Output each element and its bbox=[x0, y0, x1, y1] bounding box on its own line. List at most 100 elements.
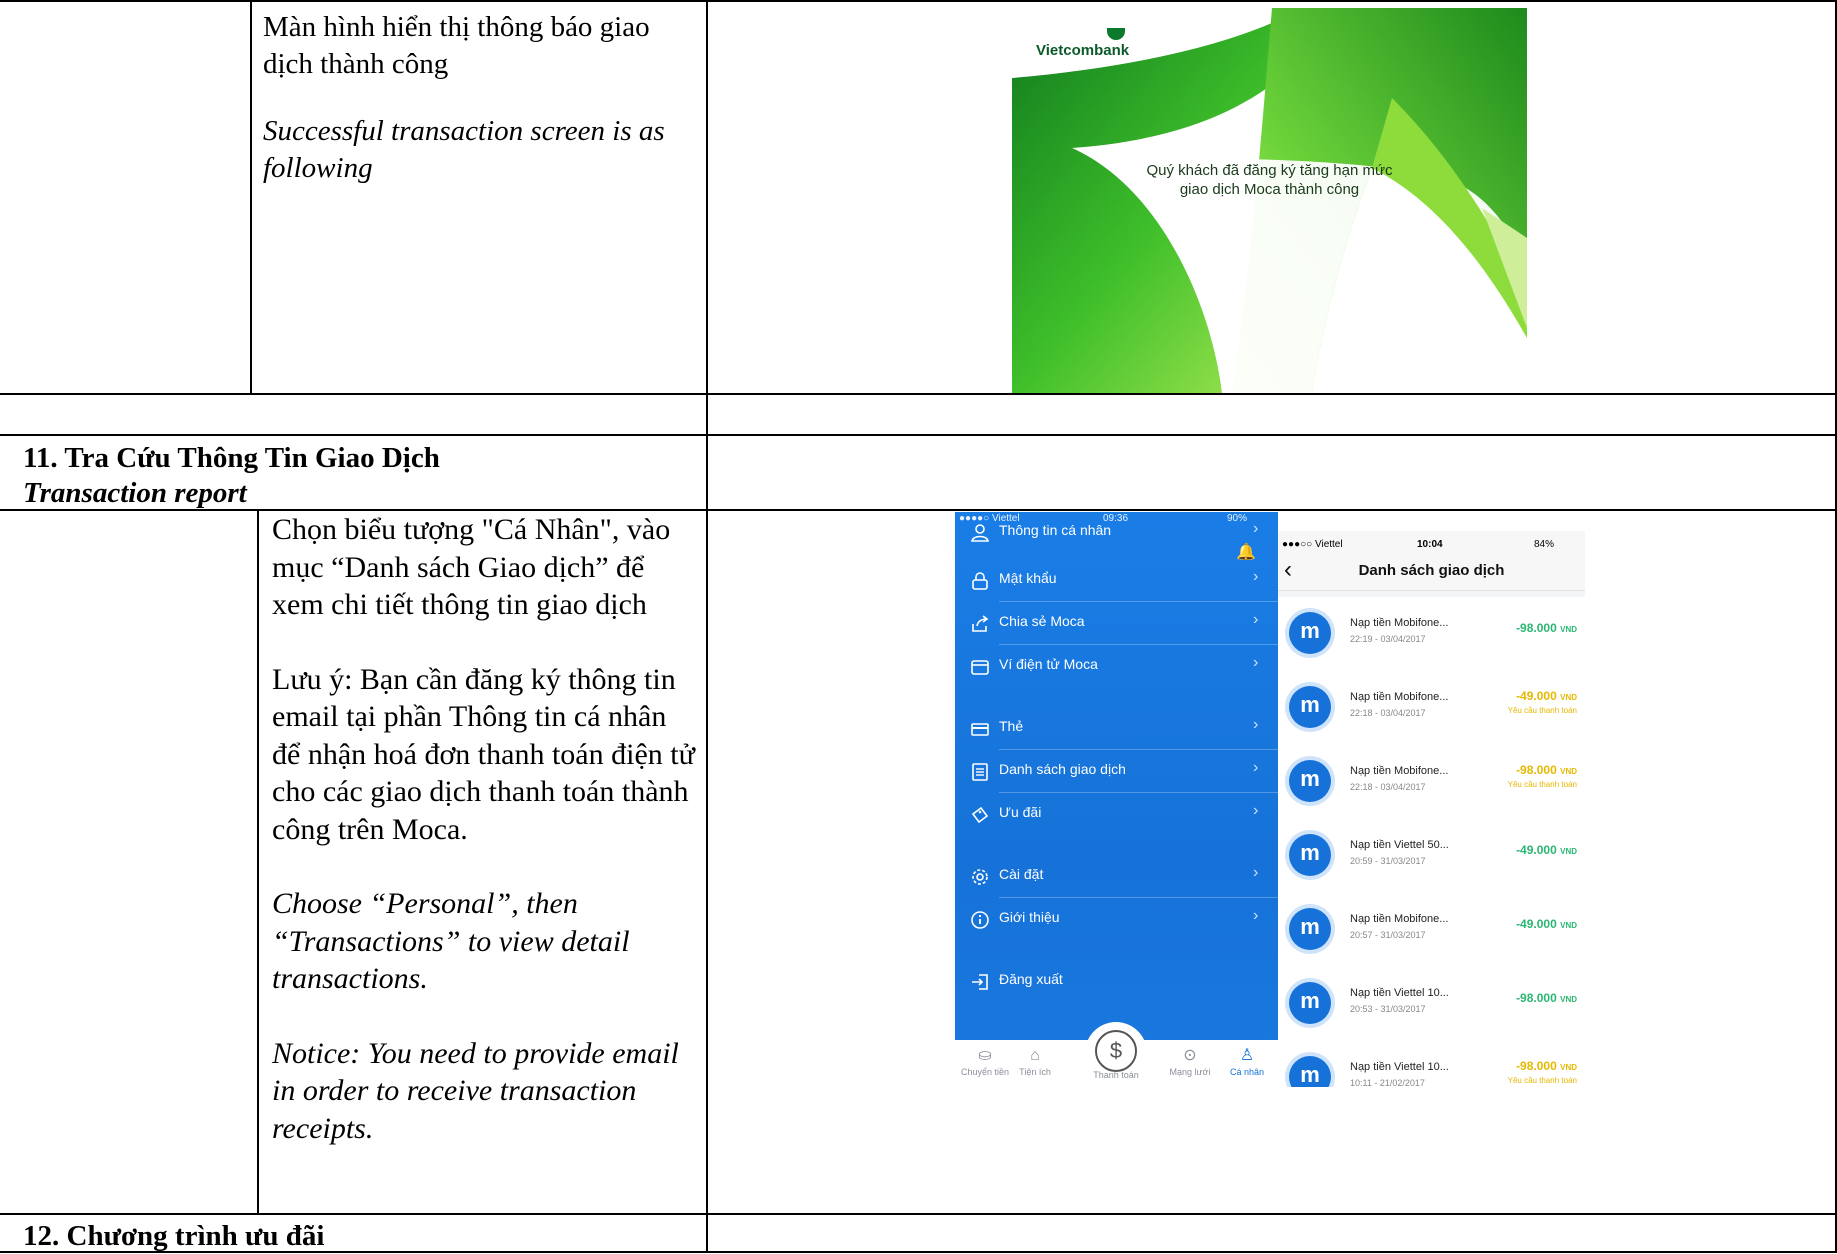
amount-value: -98.000 bbox=[1516, 621, 1557, 635]
tab-network[interactable]: ⊙ Mạng lưới bbox=[1160, 1045, 1220, 1077]
bottom-tab-bar: ⛀ Chuyển tiền ⌂ Tiện ích $ Thanh toán ⊙ Mạn… bbox=[955, 1022, 1278, 1087]
menu-item-logout[interactable]: Đăng xuất bbox=[955, 960, 1278, 1003]
menu-item-settings[interactable]: Cài đặt › bbox=[955, 855, 1278, 898]
row1-description: Màn hình hiển thị thông báo giao dịch th… bbox=[263, 9, 693, 187]
status-carrier: ●●●○○ Viettel bbox=[1282, 539, 1343, 550]
menu-item-label: Đăng xuất bbox=[999, 971, 1063, 987]
row1-en-text: Successful transaction screen is as foll… bbox=[263, 115, 665, 184]
amount-value: -98.000 bbox=[1516, 763, 1557, 777]
menu-item-label: Giới thiệu bbox=[999, 909, 1060, 925]
transaction-row[interactable]: m Nạp tiền Mobifone... 22:19 - 03/04/2017 -… bbox=[1278, 597, 1585, 672]
chevron-right-icon: › bbox=[1253, 802, 1259, 819]
moca-avatar: m bbox=[1289, 982, 1331, 1024]
transaction-amount: -98.000 VND bbox=[1516, 991, 1577, 1005]
section-11-title: 11. Tra Cứu Thông Tin Giao Dịch bbox=[23, 442, 440, 474]
menu-item-label: Thông tin cá nhân bbox=[999, 522, 1112, 538]
transaction-name: Nạp tiền Mobifone... bbox=[1350, 765, 1449, 777]
payment-request-note: Yêu cầu thanh toán bbox=[1507, 780, 1577, 789]
menu-item-moca-wallet[interactable]: Ví điện tử Moca › bbox=[955, 645, 1278, 688]
row11-en-instruction: Choose “Personal”, then “Transactions” t… bbox=[272, 887, 630, 995]
row1-vn-text: Màn hình hiển thị thông báo giao dịch th… bbox=[263, 11, 650, 80]
transaction-date: 20:59 - 31/03/2017 bbox=[1350, 856, 1426, 866]
menu-item-share-moca[interactable]: Chia sẻ Moca › bbox=[955, 602, 1278, 645]
menu-item-password[interactable]: Mật khẩu › bbox=[955, 559, 1278, 602]
list-icon bbox=[970, 762, 990, 782]
status-battery: 84% bbox=[1534, 539, 1555, 550]
menu-item-label: Ví điện tử Moca bbox=[999, 656, 1098, 672]
inner-column-divider bbox=[250, 0, 252, 393]
inner-column-divider bbox=[257, 509, 259, 1213]
tab-payment[interactable]: Thanh toán bbox=[1086, 1070, 1146, 1080]
transaction-amount: -98.000 VND bbox=[1516, 1059, 1577, 1073]
moca-personal-menu-screenshot: ●●●●○ Viettel 09:36 90% 🔔 Thông tin cá n… bbox=[955, 512, 1278, 1087]
column-divider bbox=[706, 0, 708, 1251]
screen-title: Danh sách giao dịch bbox=[1358, 562, 1505, 579]
transaction-row[interactable]: m Nạp tiền Mobifone... 22:18 - 03/04/2017 -… bbox=[1278, 671, 1585, 746]
transaction-date: 20:57 - 31/03/2017 bbox=[1350, 930, 1426, 940]
transaction-row[interactable]: m Nạp tiền Viettel 50... 20:59 - 31/03/201… bbox=[1278, 819, 1585, 894]
tab-label: Chuyển tiền bbox=[960, 1067, 1010, 1077]
menu-item-label: Chia sẻ Moca bbox=[999, 613, 1085, 629]
tag-icon bbox=[970, 805, 990, 825]
row-divider bbox=[0, 434, 1837, 436]
transaction-row[interactable]: m Nạp tiền Mobifone... 22:18 - 03/04/2017 -… bbox=[1278, 745, 1585, 820]
moca-transaction-list-screenshot: ●●●○○ Viettel 10:04 84% ‹ Danh sách giao… bbox=[1278, 531, 1585, 1087]
transaction-row[interactable]: m Nạp tiền Mobifone... 20:57 - 31/03/2017 -… bbox=[1278, 893, 1585, 968]
transaction-name: Nạp tiền Mobifone... bbox=[1350, 617, 1449, 629]
transaction-amount: -98.000 VND bbox=[1516, 763, 1577, 777]
success-message-line2: giao dịch Moca thành công bbox=[1179, 181, 1360, 198]
transaction-name: Nạp tiền Mobifone... bbox=[1350, 913, 1449, 925]
share-icon bbox=[970, 614, 990, 634]
vietcombank-logo: Vietcombank bbox=[1036, 42, 1130, 59]
currency-unit: VND bbox=[1560, 693, 1577, 702]
menu-item-label: Danh sách giao dịch bbox=[999, 761, 1126, 777]
chevron-right-icon: › bbox=[1253, 520, 1259, 537]
transaction-date: 22:18 - 03/04/2017 bbox=[1350, 782, 1426, 792]
transaction-row[interactable]: m Nạp tiền Viettel 10... 20:53 - 31/03/201… bbox=[1278, 967, 1585, 1042]
menu-item-transaction-list[interactable]: Danh sách giao dịch › bbox=[955, 750, 1278, 793]
tab-label: Cá nhân bbox=[1229, 1067, 1265, 1077]
tab-label: Thanh toán bbox=[1093, 1070, 1139, 1080]
menu-item-promotions[interactable]: Ưu đãi › bbox=[955, 793, 1278, 836]
tab-label: Mạng lưới bbox=[1169, 1067, 1211, 1077]
menu-item-about[interactable]: Giới thiệu › bbox=[955, 898, 1278, 941]
section-11-subtitle: Transaction report bbox=[23, 477, 247, 509]
table-top-border bbox=[0, 0, 1837, 2]
menu-item-personal-info[interactable]: Thông tin cá nhân › bbox=[955, 517, 1278, 560]
row11-vn-notice: Lưu ý: Bạn cần đăng ký thông tin email t… bbox=[272, 662, 695, 846]
currency-unit: VND bbox=[1560, 847, 1577, 856]
chevron-right-icon: › bbox=[1253, 907, 1259, 924]
row11-en-notice: Notice: You need to provide email in ord… bbox=[272, 1036, 679, 1145]
row-divider bbox=[0, 393, 1837, 395]
currency-unit: VND bbox=[1560, 767, 1577, 776]
transaction-amount: -49.000 VND bbox=[1516, 843, 1577, 857]
tab-personal[interactable]: ♙ Cá nhân bbox=[1217, 1045, 1277, 1077]
info-icon bbox=[970, 910, 990, 930]
nav-bar: ●●●○○ Viettel 10:04 84% ‹ Danh sách giao… bbox=[1278, 531, 1585, 591]
transaction-date: 10:11 - 21/02/2017 bbox=[1350, 1078, 1425, 1087]
success-message: Quý khách đã đăng ký tăng hạn mức giao d… bbox=[1012, 161, 1527, 199]
transaction-date: 22:18 - 03/04/2017 bbox=[1350, 708, 1426, 718]
row11-description: Chọn biểu tượng "Cá Nhân", vào mục “Danh… bbox=[272, 511, 700, 1147]
tab-utilities[interactable]: ⌂ Tiện ích bbox=[1005, 1045, 1065, 1077]
amount-value: -98.000 bbox=[1516, 991, 1557, 1005]
bag-icon: ⌂ bbox=[1030, 1047, 1040, 1064]
user-icon: ♙ bbox=[1239, 1047, 1255, 1064]
menu-item-label: Ưu đãi bbox=[999, 804, 1042, 820]
transaction-row[interactable]: m Nạp tiền Viettel 10... 10:11 - 21/02/201… bbox=[1278, 1041, 1585, 1087]
transaction-amount: -98.000 VND bbox=[1516, 621, 1577, 635]
moca-avatar: m bbox=[1289, 908, 1331, 950]
menu-item-card[interactable]: Thẻ › bbox=[955, 707, 1278, 750]
gear-icon bbox=[970, 867, 990, 887]
lock-icon bbox=[970, 571, 990, 591]
amount-value: -49.000 bbox=[1516, 843, 1557, 857]
amount-value: -49.000 bbox=[1516, 917, 1557, 931]
moca-avatar: m bbox=[1289, 612, 1331, 654]
payment-request-note: Yêu cầu thanh toán bbox=[1507, 1076, 1577, 1085]
transaction-amount: -49.000 VND bbox=[1516, 689, 1577, 703]
transaction-date: 20:53 - 31/03/2017 bbox=[1350, 1004, 1426, 1014]
transaction-name: Nạp tiền Mobifone... bbox=[1350, 691, 1449, 703]
